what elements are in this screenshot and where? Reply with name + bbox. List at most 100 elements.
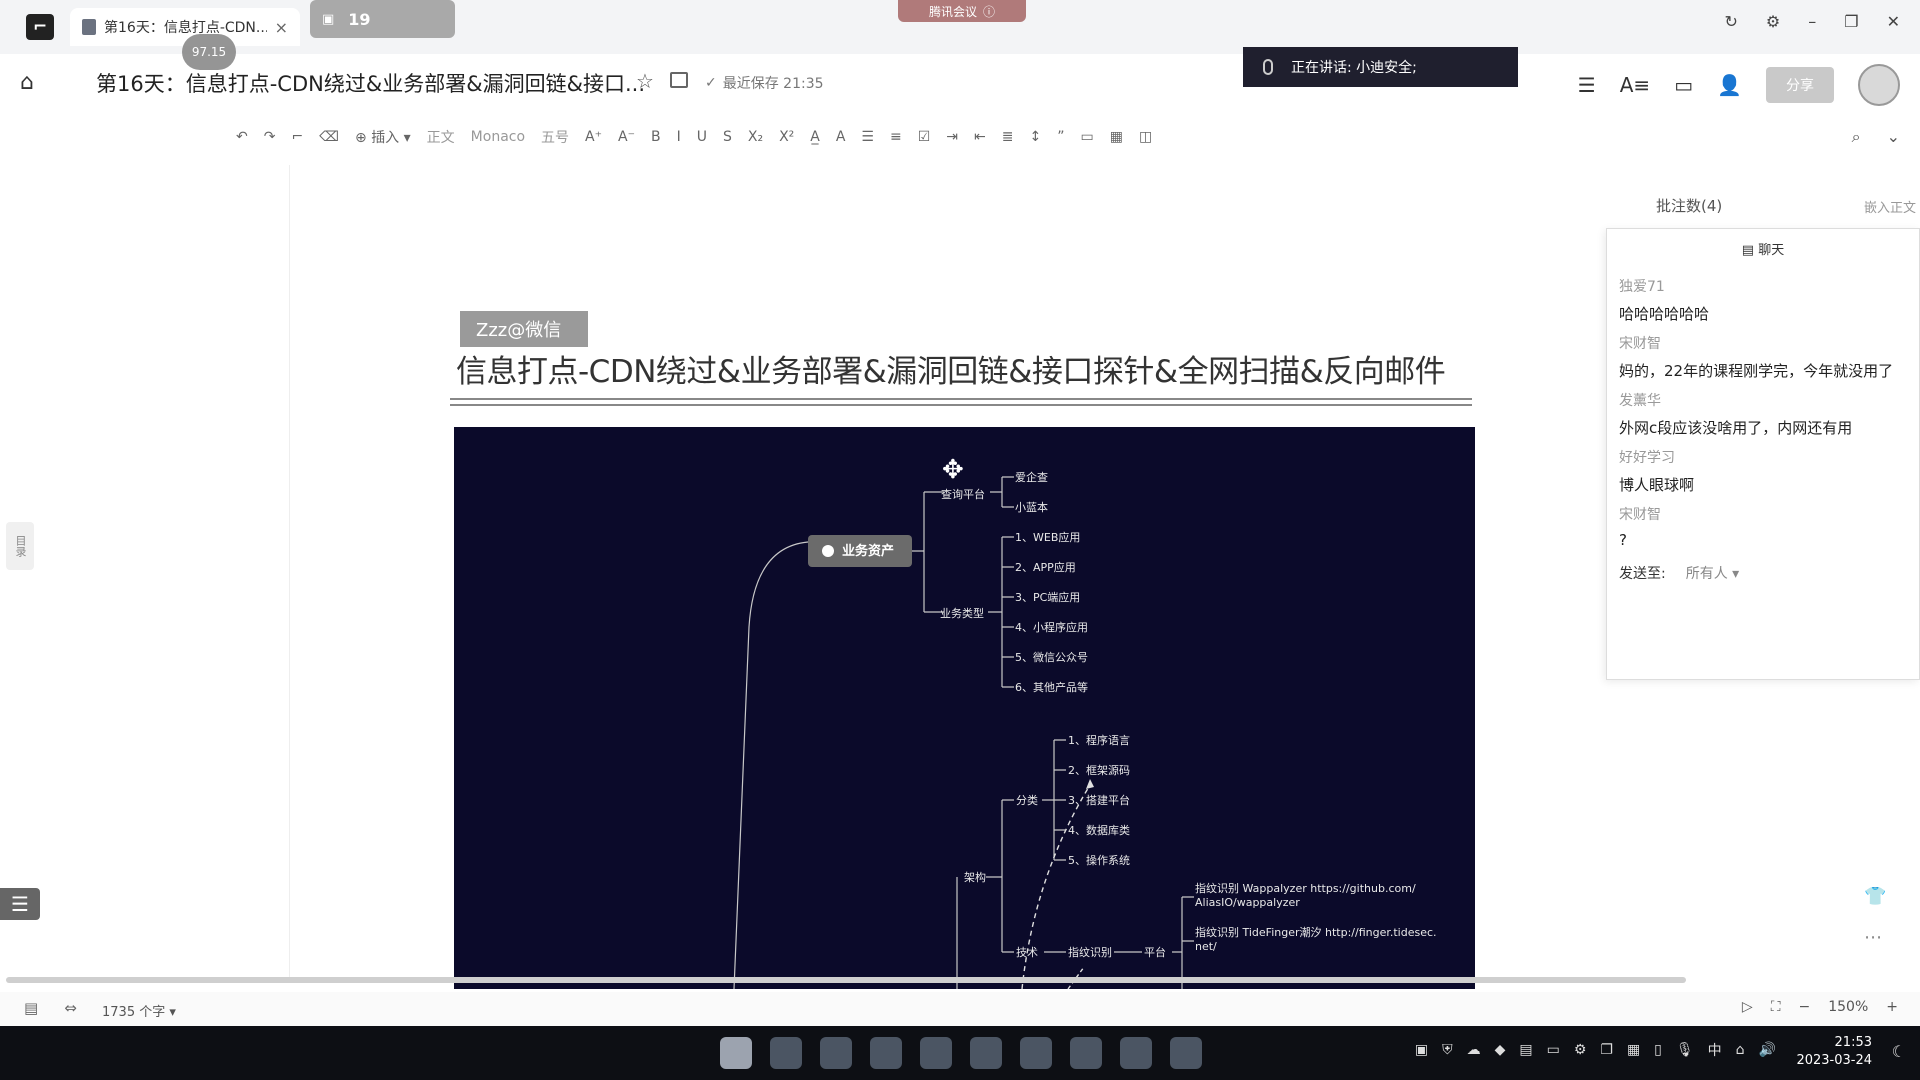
numbered-list-icon[interactable]: ≡ — [890, 129, 902, 145]
insert-to-body-link[interactable]: 嵌入正文 — [1864, 197, 1916, 216]
page-view-icon[interactable]: ⇔ — [64, 999, 77, 1017]
cube-icon[interactable]: ◆ — [1495, 1042, 1506, 1058]
star-icon[interactable]: ☆ — [636, 69, 654, 93]
checklist-icon[interactable]: ☑ — [918, 129, 931, 145]
settings-icon[interactable]: ⚙ — [1766, 12, 1780, 31]
meeting-tab[interactable]: 腾讯会议 ⓘ — [898, 0, 1026, 22]
bird-app-icon[interactable] — [1070, 1037, 1102, 1069]
table-icon[interactable]: ▦ — [1110, 129, 1123, 145]
microphone-tray-icon[interactable]: 🎙 — [1676, 1042, 1694, 1058]
chat-tray-icon[interactable]: ▤ — [1519, 1042, 1532, 1058]
shirt-icon[interactable]: 👕 — [1864, 886, 1886, 907]
photos-app-icon[interactable] — [970, 1037, 1002, 1069]
network-tray-icon[interactable]: ⚙ — [1574, 1042, 1587, 1058]
format-painter-icon[interactable]: ⌐ — [291, 129, 303, 145]
tab-label: 第16天：信息打点-CDN... — [104, 20, 267, 36]
font-select[interactable]: Monaco — [471, 129, 525, 145]
app-logo-icon[interactable]: ⌐ — [26, 14, 54, 40]
ime-indicator[interactable]: 中 — [1708, 1040, 1722, 1060]
shield-icon[interactable]: ⛨ — [1442, 1042, 1453, 1058]
close-window-icon[interactable]: ✕ — [1887, 12, 1900, 31]
insert-button[interactable]: ⊕ 插入 ▾ — [355, 127, 411, 147]
font-color-icon[interactable]: A — [836, 129, 846, 145]
zoom-in-icon[interactable]: + — [1886, 999, 1898, 1015]
italic-icon[interactable]: I — [677, 129, 681, 145]
eraser-icon[interactable]: ⌫ — [319, 129, 339, 145]
undo-icon[interactable]: ↶ — [236, 129, 248, 145]
redo-icon[interactable]: ↷ — [264, 129, 276, 145]
clock[interactable]: 21:53 2023-03-24 — [1796, 1034, 1872, 1070]
fullscreen-icon[interactable]: ⛶ — [1771, 999, 1781, 1015]
quote-icon[interactable]: ” — [1057, 129, 1064, 145]
zoom-out-icon[interactable]: − — [1799, 999, 1811, 1015]
strikethrough-icon[interactable]: S — [723, 129, 732, 145]
send-to-select[interactable]: 所有人 ▾ — [1686, 563, 1739, 583]
font-settings-icon[interactable]: A≡ — [1620, 73, 1650, 97]
fp-item-2-line-2: net/ — [1195, 940, 1217, 953]
style-select[interactable]: 正文 — [427, 127, 455, 147]
collapse-toolbar-icon[interactable]: ⌄ — [1887, 127, 1900, 147]
share-button[interactable]: 分享 — [1766, 67, 1834, 103]
close-tab-icon[interactable]: × — [275, 18, 288, 37]
mindmap-svg: 业务资产 查询平台 爱企查 小蓝本 业务类型 1、WEB应用 2、APP应用 3… — [733, 470, 1437, 989]
home-icon[interactable]: ⌂ — [20, 70, 34, 95]
bold-icon[interactable]: B — [651, 129, 661, 145]
tray-app-icon[interactable]: ▣ — [1415, 1042, 1428, 1058]
search-app-icon[interactable] — [1170, 1037, 1202, 1069]
mindmap-image[interactable]: 业务资产 查询平台 爱企查 小蓝本 业务类型 1、WEB应用 2、APP应用 3… — [454, 427, 1475, 989]
size-select[interactable]: 五号 — [541, 127, 569, 147]
windows-start-icon[interactable] — [720, 1037, 752, 1069]
menu-icon[interactable]: ☰ — [1578, 73, 1596, 97]
comments-count[interactable]: 批注数(4) — [1656, 195, 1722, 216]
document-heading[interactable]: 信息打点-CDN绕过&业务部署&漏洞回链&接口探针&全网扫描&反向邮件 — [456, 346, 1446, 391]
battery-icon[interactable]: ▯ — [1654, 1042, 1662, 1058]
notification-icon[interactable]: ☾ — [1892, 1042, 1906, 1061]
zoom-level[interactable]: 150% — [1828, 999, 1868, 1015]
chrome-browser-icon[interactable] — [870, 1037, 902, 1069]
terminal-app-icon[interactable] — [1120, 1037, 1152, 1069]
file-explorer-icon[interactable] — [770, 1037, 802, 1069]
present-icon[interactable]: ▭ — [1674, 73, 1693, 97]
collaborator-icon[interactable]: 👤 — [1717, 73, 1742, 97]
superscript-icon[interactable]: X² — [779, 129, 794, 145]
grid-icon[interactable]: ▦ — [1627, 1042, 1640, 1058]
export-icon[interactable] — [670, 72, 688, 88]
wifi-icon[interactable]: ⌂ — [1736, 1042, 1745, 1058]
play-icon[interactable]: ▷ — [1742, 999, 1753, 1015]
indent-icon[interactable]: ⇥ — [946, 129, 958, 145]
line-spacing-icon[interactable]: ↕ — [1029, 129, 1041, 145]
refresh-icon[interactable]: ↻ — [1725, 12, 1738, 31]
minimize-icon[interactable]: – — [1808, 12, 1816, 31]
increase-font-icon[interactable]: A⁺ — [585, 129, 602, 145]
divider-icon[interactable]: ▭ — [1080, 129, 1093, 145]
tab-second-app[interactable]: ▣ 19 — [310, 0, 455, 38]
avatar[interactable] — [1858, 64, 1900, 106]
align-icon[interactable]: ≣ — [1002, 129, 1014, 145]
toc-tab[interactable]: 目录 — [6, 522, 34, 570]
chat-title: ▤ 聊天 — [1607, 239, 1919, 258]
word-count[interactable]: 1735 个字 ▾ — [102, 1001, 176, 1020]
highlight-icon[interactable]: A̲ — [810, 129, 820, 145]
subscript-icon[interactable]: X₂ — [748, 129, 763, 145]
copy-icon[interactable]: ❐ — [1600, 1042, 1613, 1058]
notes-app-icon[interactable] — [920, 1037, 952, 1069]
volume-icon[interactable]: 🔊 — [1759, 1042, 1776, 1058]
business-type-label: 业务类型 — [940, 606, 984, 620]
edge-browser-icon[interactable] — [820, 1037, 852, 1069]
display-icon[interactable]: ▭ — [1547, 1042, 1560, 1058]
decrease-font-icon[interactable]: A⁻ — [618, 129, 635, 145]
outline-view-icon[interactable]: ▤ — [24, 999, 38, 1017]
document-app-icon[interactable] — [1020, 1037, 1052, 1069]
bullet-list-icon[interactable]: ☰ — [861, 129, 874, 145]
search-icon[interactable]: ⌕ — [1852, 127, 1861, 147]
more-icon[interactable]: ⋯ — [1864, 927, 1886, 948]
cloud-icon[interactable]: ☁ — [1467, 1042, 1481, 1058]
document-header: ⌂ 第16天：信息打点-CDN绕过&业务部署&漏洞回链&接口... ☆ ✓ 最近… — [0, 54, 1920, 110]
maximize-icon[interactable]: ❐ — [1844, 12, 1858, 31]
outdent-icon[interactable]: ⇤ — [974, 129, 986, 145]
plugin-icon[interactable]: ◫ — [1139, 129, 1152, 145]
outline-button[interactable]: ☰ — [0, 888, 40, 920]
underline-icon[interactable]: U — [697, 129, 707, 145]
document-title[interactable]: 第16天：信息打点-CDN绕过&业务部署&漏洞回链&接口... — [96, 68, 645, 98]
horizontal-scrollbar[interactable] — [6, 977, 1686, 983]
